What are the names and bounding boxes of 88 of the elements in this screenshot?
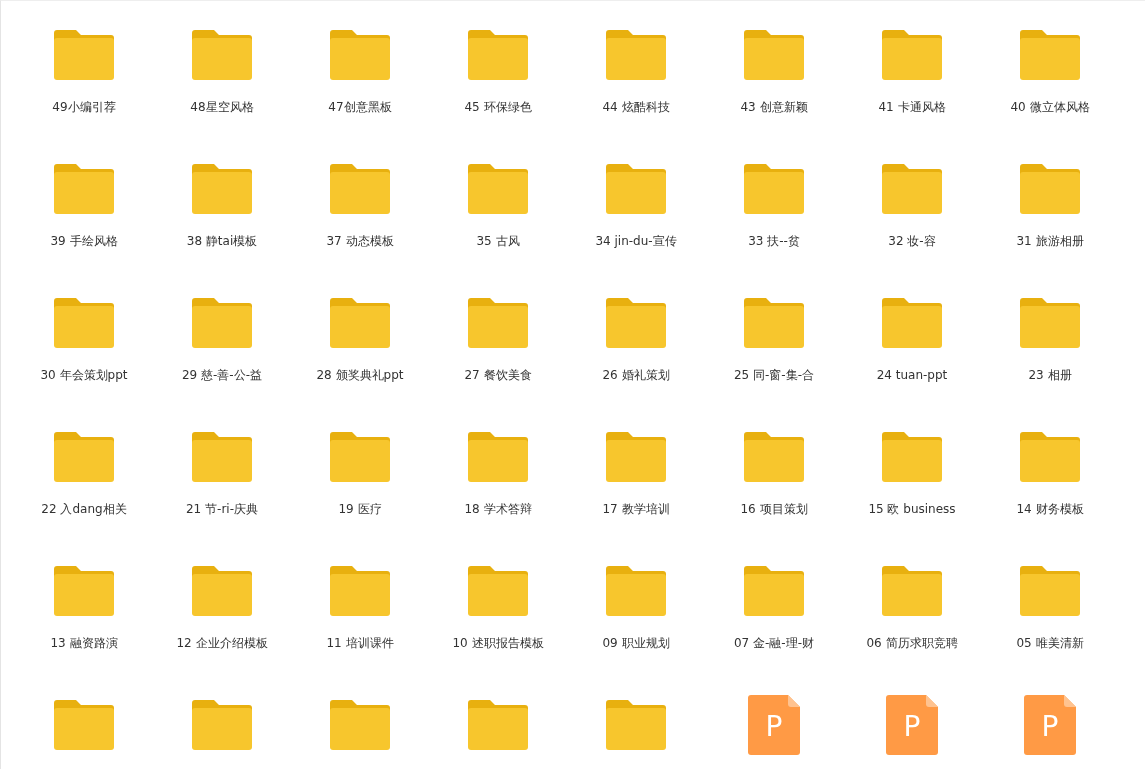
file-name[interactable]: 28 颁奖典礼ppt [316,367,404,383]
file-name[interactable]: 33 扶--贫 [748,233,800,249]
file-name[interactable]: 29 慈-善-公-益 [181,367,263,383]
file-name[interactable]: 47创意黑板 [328,99,392,115]
folder-icon [330,566,390,616]
file-name[interactable]: 07 金-融-理-财 [733,635,815,651]
ppt-file-icon: P [1024,695,1076,755]
ppt-file-icon: P [748,695,800,755]
folder-icon [744,298,804,348]
file-name[interactable]: 40 微立体风格 [1010,99,1090,115]
folder-icon [330,164,390,214]
folder-icon [330,298,390,348]
file-name[interactable]: 23 相册 [1028,367,1072,383]
folder-icon [744,432,804,482]
file-name[interactable]: 35 古风 [476,233,520,249]
folder-icon [54,30,114,80]
file-name[interactable]: 15 欧 business [868,501,956,517]
folder-icon [606,298,666,348]
folder-icon [468,298,528,348]
folder-icon [54,700,114,750]
file-name[interactable]: 16 项目策划 [740,501,808,517]
folder-icon [192,566,252,616]
file-name[interactable]: 06 简历求职竞聘 [866,635,958,651]
file-name[interactable]: 22 入dang相关 [41,501,127,517]
folder-icon [606,30,666,80]
folder-icon [330,30,390,80]
folder-icon [468,164,528,214]
folder-icon [192,298,252,348]
file-name[interactable]: 41 卡通风格 [878,99,946,115]
folder-icon [744,164,804,214]
folder-icon [468,30,528,80]
ppt-file-icon: P [886,695,938,755]
folder-icon [54,164,114,214]
folder-icon [1020,432,1080,482]
file-name[interactable]: 31 旅游相册 [1016,233,1084,249]
file-name[interactable]: 37 动态模板 [326,233,394,249]
folder-icon [882,30,942,80]
file-name[interactable]: 43 创意新颖 [740,99,808,115]
file-name[interactable]: 14 财务模板 [1016,501,1084,517]
file-name[interactable]: 21 节-ri-庆典 [186,501,258,517]
file-name[interactable]: 48星空风格 [190,99,254,115]
folder-icon [192,432,252,482]
file-name[interactable]: 17 教学培训 [602,501,670,517]
folder-icon [1020,30,1080,80]
file-name[interactable]: 49小编引荐 [52,99,116,115]
folder-icon [882,432,942,482]
file-name[interactable]: 26 婚礼策划 [602,367,670,383]
folder-icon [330,432,390,482]
file-name[interactable]: 19 医疗 [338,501,382,517]
folder-icon [606,700,666,750]
folder-icon [744,30,804,80]
folder-icon [882,164,942,214]
file-name[interactable]: 27 餐饮美食 [464,367,532,383]
file-name[interactable]: 45 环保绿色 [464,99,532,115]
folder-icon [54,432,114,482]
file-name[interactable]: 11 培训课件 [326,635,394,651]
file-name[interactable]: 44 炫酷科技 [602,99,670,115]
folder-icon [468,432,528,482]
folder-icon [606,566,666,616]
file-name[interactable]: 38 静tai模板 [186,233,258,249]
folder-icon [192,164,252,214]
file-name[interactable]: 12 企业介绍模板 [176,635,268,651]
file-name[interactable]: 34 jin-du-宣传 [595,233,677,249]
file-name[interactable]: 18 学术答辩 [464,501,532,517]
folder-icon [1020,298,1080,348]
folder-icon [882,298,942,348]
file-name[interactable]: 25 同-窗-集-合 [733,367,815,383]
file-name[interactable]: 24 tuan-ppt [876,367,948,383]
folder-icon [606,164,666,214]
folder-icon [744,566,804,616]
folder-icon [606,432,666,482]
file-name[interactable]: 13 融资路演 [50,635,118,651]
folder-icon [468,700,528,750]
folder-icon [882,566,942,616]
folder-icon [54,298,114,348]
folder-icon [54,566,114,616]
file-name[interactable]: 10 述职报告模板 [452,635,544,651]
file-name[interactable]: 32 妆-容 [888,233,936,249]
file-name[interactable]: 30 年会策划ppt [40,367,128,383]
folder-icon [468,566,528,616]
file-name[interactable]: 09 职业规划 [602,635,670,651]
file-name[interactable]: 05 唯美清新 [1016,635,1084,651]
folder-icon [1020,566,1080,616]
folder-icon [330,700,390,750]
folder-icon [192,700,252,750]
file-name[interactable]: 39 手绘风格 [50,233,118,249]
folder-icon [1020,164,1080,214]
folder-icon [192,30,252,80]
